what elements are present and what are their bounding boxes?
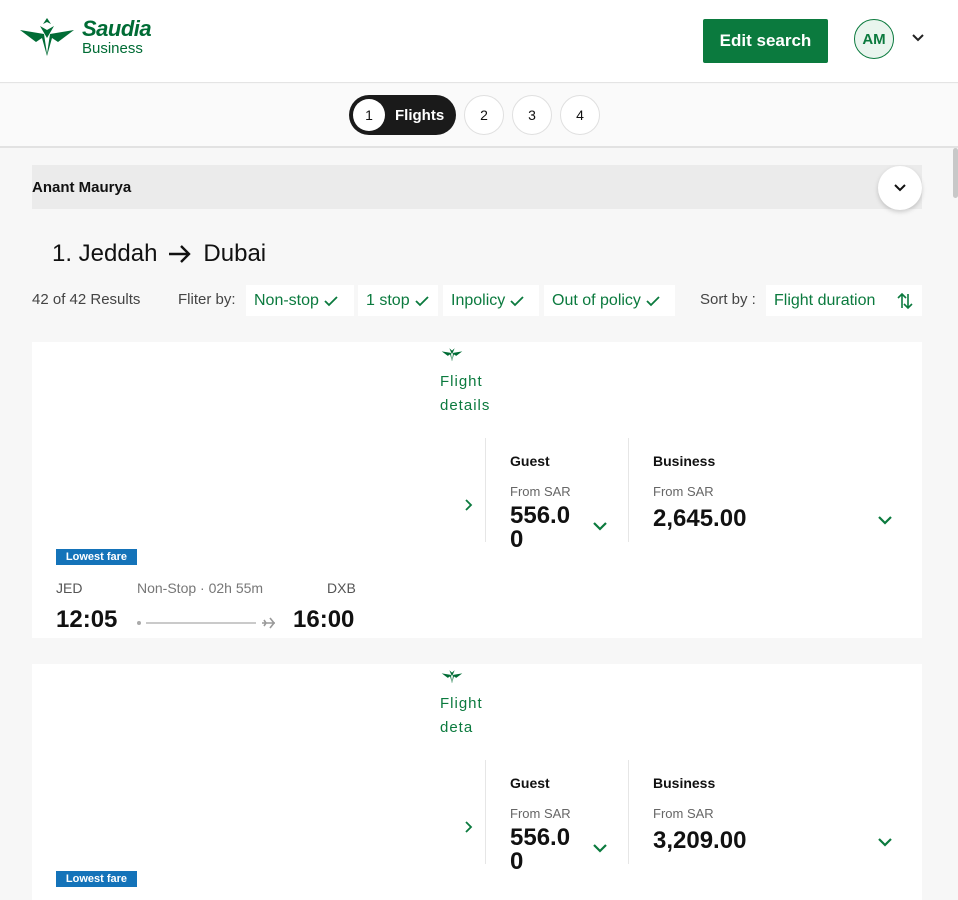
scrollbar[interactable]: [953, 148, 958, 198]
chevron-down-icon[interactable]: [909, 31, 927, 45]
traveller-expand-button[interactable]: [878, 166, 922, 210]
lowest-fare-badge: Lowest fare: [56, 871, 137, 887]
traveller-bar[interactable]: Anant Maurya: [32, 165, 922, 210]
divider: [485, 438, 486, 542]
divider: [485, 760, 486, 864]
filter-chip-out-of-policy[interactable]: Out of policy: [544, 285, 675, 316]
fare-price-guest-cont: 0: [510, 526, 524, 553]
filter-chip-label: Out of policy: [552, 291, 641, 309]
edit-search-button[interactable]: Edit search: [703, 19, 828, 63]
arrow-right-icon: [167, 243, 193, 265]
step-flights[interactable]: 1 Flights: [349, 95, 456, 135]
booking-stepper: 1 Flights 2 3 4: [0, 84, 958, 148]
filter-chip-label: 1 stop: [366, 291, 410, 309]
flight-summary: Non-Stop · 02h 55m: [137, 580, 264, 596]
traveller-name: Anant Maurya: [32, 178, 132, 196]
results-count: 42 of 42 Results: [32, 291, 141, 308]
filter-chip-1-stop[interactable]: 1 stop: [358, 285, 438, 316]
flight-details-link[interactable]: Flight deta: [440, 692, 482, 740]
arrival-time: 16:00: [293, 606, 355, 633]
flight-details-link[interactable]: Flight details: [440, 370, 489, 418]
flight-card[interactable]: Lowest fare JED Non-Stop · 02h 55m DXB 1…: [32, 342, 922, 638]
route-origin: 1. Jeddah: [52, 240, 158, 267]
origin-code: JED: [56, 580, 83, 596]
filter-chip-label: Non-stop: [254, 291, 319, 309]
step-label: Flights: [395, 106, 445, 124]
divider: [628, 760, 629, 864]
fare-price-guest-cont: 0: [510, 848, 524, 875]
check-icon: [510, 295, 524, 306]
sort-arrows-icon: [897, 292, 913, 310]
fare-price-business: 2,645.00: [653, 505, 747, 532]
fare-title-guest: Guest: [510, 775, 550, 791]
fare-title-business: Business: [653, 453, 716, 469]
divider: [628, 438, 629, 542]
departure-time: 12:05: [56, 606, 118, 633]
fare-price-guest: 556.0: [510, 502, 571, 529]
chevron-right-icon[interactable]: [464, 820, 474, 834]
route-heading: 1. Jeddah Dubai: [52, 240, 266, 268]
fare-title-guest: Guest: [510, 453, 550, 469]
route-destination: Dubai: [203, 240, 267, 267]
flight-path: [137, 617, 276, 629]
check-icon: [414, 295, 429, 306]
fare-price-business: 3,209.00: [653, 827, 747, 854]
step-2[interactable]: 2: [464, 95, 504, 135]
fare-price-guest: 556.0: [510, 824, 571, 851]
step-4[interactable]: 4: [560, 95, 600, 135]
chevron-down-icon: [894, 184, 906, 192]
flight-card[interactable]: Lowest fare Flight deta Guest From SAR 5…: [32, 664, 922, 900]
chevron-down-icon[interactable]: [591, 520, 609, 532]
saudia-wing-logo-icon: [20, 18, 74, 56]
filter-chip-label: Inpolicy: [451, 291, 506, 309]
avatar[interactable]: AM: [854, 19, 894, 59]
chevron-right-icon[interactable]: [464, 498, 474, 512]
plane-icon: [262, 617, 276, 629]
step-number: 1: [353, 99, 385, 131]
lowest-fare-badge: Lowest fare: [56, 549, 137, 565]
top-header: Saudia Business Edit search AM: [0, 0, 958, 83]
check-icon: [646, 295, 660, 306]
saudia-logo[interactable]: Saudia Business: [18, 16, 152, 58]
fare-from-label: From SAR: [653, 484, 714, 499]
sort-label: Sort by :: [700, 291, 756, 308]
sort-value: Flight duration: [774, 291, 876, 309]
check-icon: [324, 295, 338, 306]
fare-title-business: Business: [653, 775, 716, 791]
fare-from-label: From SAR: [510, 806, 571, 821]
saudia-wing-logo-icon: [441, 348, 463, 362]
destination-code: DXB: [327, 580, 356, 596]
fare-from-label: From SAR: [653, 806, 714, 821]
saudia-wing-logo-icon: [441, 670, 463, 684]
filter-chip-inpolicy[interactable]: Inpolicy: [443, 285, 539, 316]
filter-chip-non-stop[interactable]: Non-stop: [246, 285, 354, 316]
brand-sub: Business: [82, 40, 143, 57]
chevron-down-icon[interactable]: [876, 836, 894, 848]
fare-from-label: From SAR: [510, 484, 571, 499]
brand-name: Saudia: [82, 16, 152, 41]
sort-dropdown[interactable]: Flight duration: [766, 285, 922, 316]
filter-label: Fliter by:: [178, 291, 236, 308]
step-3[interactable]: 3: [512, 95, 552, 135]
chevron-down-icon[interactable]: [591, 842, 609, 854]
chevron-down-icon[interactable]: [876, 514, 894, 526]
